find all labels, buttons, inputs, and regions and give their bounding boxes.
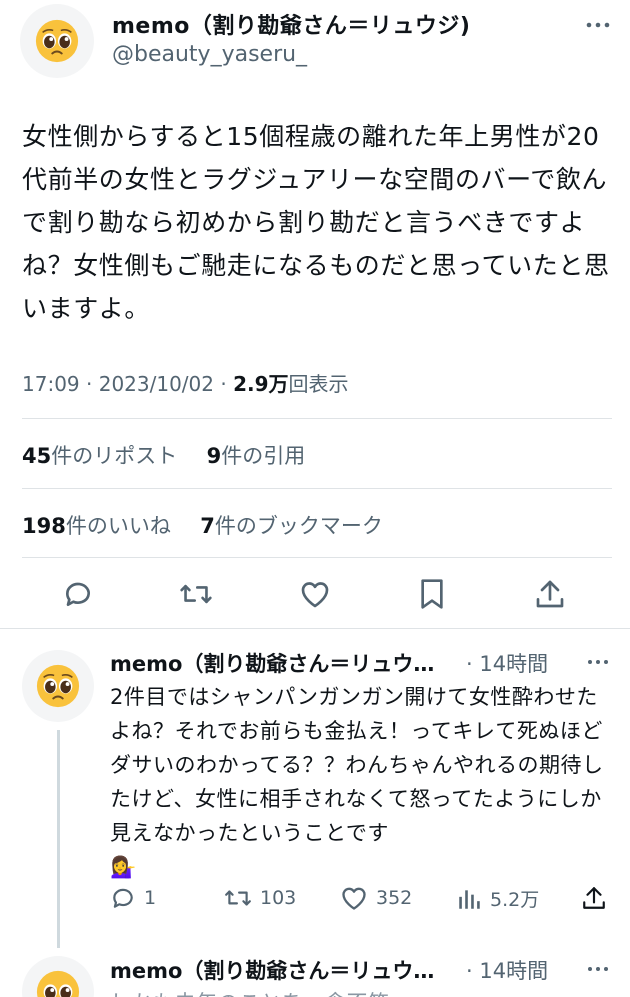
tweet-date[interactable]: 2023/10/02	[99, 372, 214, 396]
reply-display-name[interactable]: memo（割り勘爺さん＝リュウ…	[110, 955, 434, 985]
bookmarks-count: 7	[200, 514, 215, 538]
reply-avatar[interactable]	[22, 956, 94, 997]
repost-stats: 45件のリポスト 9件の引用	[22, 440, 305, 470]
more-horizontal-icon[interactable]	[586, 959, 610, 979]
handle[interactable]: @beauty_yaseru_	[112, 42, 307, 67]
reply-like-button[interactable]: 352	[340, 885, 412, 911]
tweet-time[interactable]: 17:09	[22, 372, 80, 396]
retweet-count: 103	[260, 887, 297, 909]
like-button[interactable]	[295, 574, 335, 614]
reply-time-text: 14時間	[479, 652, 549, 676]
reply-count: 1	[144, 887, 157, 909]
quotes-link[interactable]: 9件の引用	[207, 444, 306, 468]
reply-text-body: 2件目ではシャンパンガンガン開けて女性酔わせたよね？それでお前らも金払え！ってキ…	[110, 685, 604, 845]
reposts-link[interactable]: 45件のリポスト	[22, 444, 177, 468]
likes-count: 198	[22, 514, 66, 538]
display-name[interactable]: memo（割り勘爺さん＝リュウジ)	[112, 8, 470, 40]
views-label: 回表示	[288, 372, 349, 396]
pleading-face-emoji-icon	[36, 970, 80, 997]
tweet-meta: 17:09 · 2023/10/02 · 2.9万回表示	[22, 372, 349, 396]
section-divider	[0, 628, 630, 629]
share-icon	[583, 887, 605, 909]
divider	[22, 557, 612, 558]
quotes-label: 件の引用	[221, 444, 306, 468]
reply-display-name[interactable]: memo（割り勘爺さん＝リュウ…	[110, 648, 434, 678]
reply-bubble-icon	[113, 888, 133, 908]
thread-line	[57, 730, 60, 948]
share-button[interactable]	[530, 574, 570, 614]
retweet-icon	[180, 584, 212, 604]
heart-icon	[301, 582, 329, 608]
reply-time[interactable]: · 14時間	[466, 648, 548, 678]
reply-reply-button[interactable]: 1	[110, 885, 156, 911]
reply-time-text: 14時間	[479, 959, 549, 983]
likes-label: 件のいいね	[65, 514, 171, 538]
share-icon	[536, 580, 564, 608]
reply-share-button[interactable]	[582, 885, 606, 911]
reply-button[interactable]	[58, 574, 98, 614]
bookmarks-link[interactable]: 7件のブックマーク	[200, 514, 383, 538]
bookmarks-label: 件のブックマーク	[214, 514, 383, 538]
reply-avatar[interactable]	[22, 650, 94, 722]
reply-bubble-icon	[66, 582, 90, 606]
views-count: 2.9万	[233, 372, 289, 396]
reply-text-partial: しかも去年のことを一念不笑	[110, 986, 612, 997]
retweet-icon	[225, 890, 251, 906]
divider	[22, 418, 612, 419]
avatar[interactable]	[20, 4, 94, 78]
tweet-text: 女性側からすると15個程歳の離れた年上男性が20代前半の女性とラグジュアリーな空…	[22, 122, 610, 323]
more-horizontal-icon[interactable]	[585, 14, 611, 36]
reposts-count: 45	[22, 444, 52, 468]
tipping-hand-emoji: 💁‍♀️	[110, 855, 137, 879]
pleading-face-emoji-icon	[36, 664, 80, 708]
reply-text: 2件目ではシャンパンガンガン開けて女性酔わせたよね？それでお前らも金払え！ってキ…	[110, 680, 612, 884]
divider	[22, 488, 612, 489]
heart-icon	[342, 887, 366, 910]
quotes-count: 9	[206, 444, 222, 468]
reply-retweet-button[interactable]: 103	[224, 885, 296, 911]
bookmark-button[interactable]	[412, 574, 452, 614]
reply-time[interactable]: · 14時間	[466, 955, 548, 985]
likes-link[interactable]: 198件のいいね	[22, 514, 171, 538]
reply-views-button[interactable]: 5.2万	[456, 885, 539, 912]
like-stats: 198件のいいね 7件のブックマーク	[22, 510, 383, 540]
retweet-button[interactable]	[176, 574, 216, 614]
pleading-face-emoji-icon	[35, 19, 79, 63]
views-count: 5.2万	[490, 889, 540, 911]
bookmark-icon	[421, 579, 443, 609]
more-horizontal-icon[interactable]	[586, 652, 610, 672]
like-count: 352	[376, 887, 413, 909]
bar-chart-icon	[459, 889, 480, 909]
reposts-label: 件のリポスト	[51, 444, 178, 468]
